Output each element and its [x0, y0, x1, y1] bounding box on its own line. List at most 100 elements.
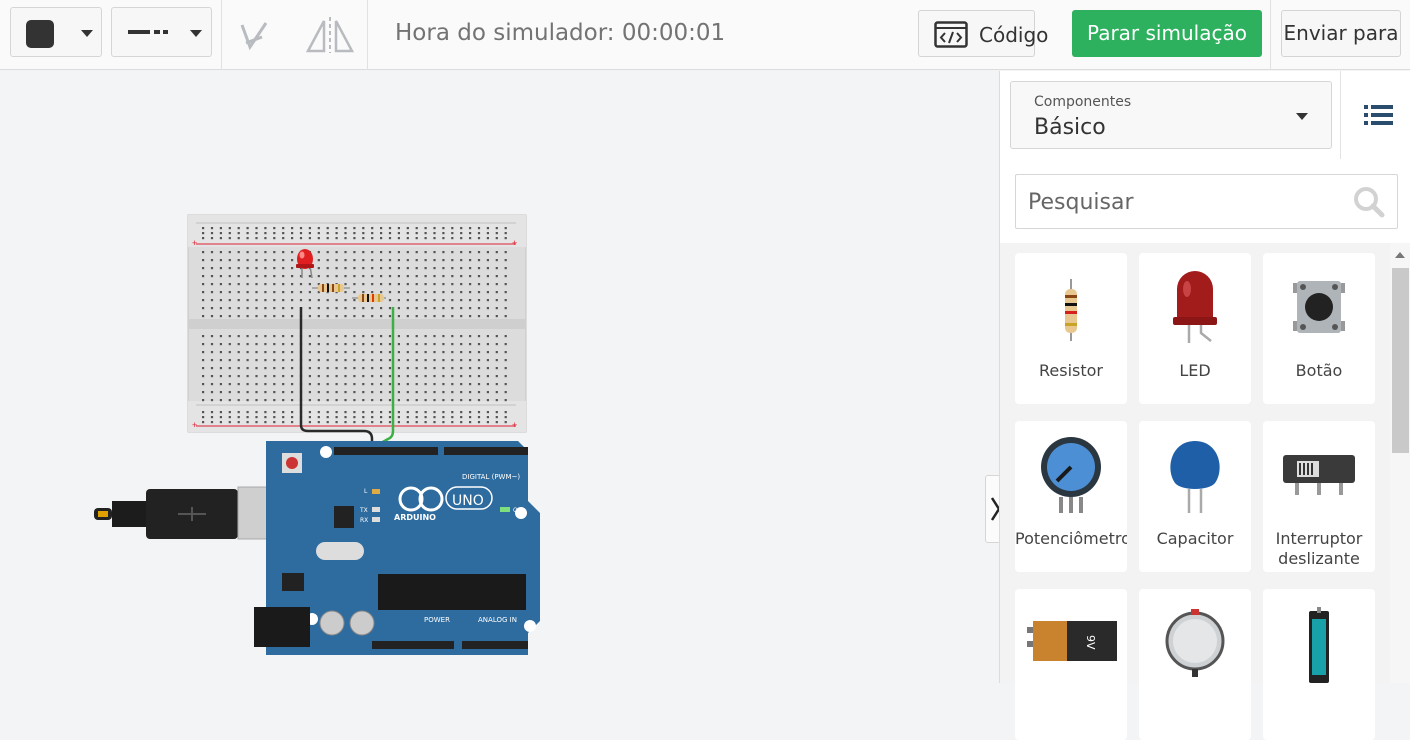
breadboard-hole — [424, 251, 427, 254]
breadboard-hole — [246, 283, 249, 286]
breadboard-hole — [486, 351, 489, 354]
breadboard-hole — [397, 307, 400, 310]
breadboard-hole — [371, 367, 374, 370]
fill-color-picker[interactable] — [10, 7, 102, 57]
breadboard-hole — [380, 237, 383, 240]
breadboard-hole — [291, 315, 294, 318]
breadboard-hole — [335, 315, 338, 318]
component-card-battery-9v[interactable]: 9V — [1015, 589, 1127, 740]
breadboard-hole — [433, 375, 436, 378]
breadboard-hole — [308, 237, 311, 240]
breadboard-hole — [264, 383, 267, 386]
breadboard-hole — [291, 307, 294, 310]
scrollbar-thumb[interactable] — [1392, 268, 1409, 453]
code-editor-icon — [934, 21, 968, 48]
breadboard-hole — [424, 299, 427, 302]
breadboard-hole — [371, 375, 374, 378]
breadboard-hole — [362, 399, 365, 402]
breadboard-hole — [477, 375, 481, 378]
breadboard-hole — [317, 375, 320, 378]
component-card-resistor[interactable]: Resistor — [1015, 253, 1127, 404]
breadboard-hole — [228, 335, 231, 338]
flip-icon[interactable] — [304, 15, 356, 55]
arduino-uno-board[interactable]: DIGITAL (PWM~) ARDUINO UNO POWER ANALOG … — [254, 441, 540, 655]
breadboard-hole — [202, 391, 205, 394]
breadboard-hole — [273, 399, 276, 402]
search-icon[interactable] — [1353, 186, 1385, 218]
breadboard-hole — [237, 411, 240, 414]
components-dropdown[interactable]: Componentes Básico — [1010, 81, 1332, 149]
breadboard-hole — [228, 351, 231, 354]
breadboard-hole — [504, 391, 507, 394]
breadboard-hole — [237, 251, 240, 254]
breadboard-hole — [291, 359, 294, 362]
breadboard-hole — [273, 267, 276, 270]
line-style-picker[interactable] — [111, 7, 212, 57]
breadboard-hole — [237, 232, 240, 235]
breadboard-hole — [273, 259, 276, 262]
breadboard-hole — [406, 227, 409, 230]
breadboard-hole — [433, 291, 436, 294]
breadboard-hole — [362, 251, 365, 254]
list-view-toggle[interactable] — [1340, 71, 1410, 159]
breadboard-hole — [308, 383, 311, 386]
code-button[interactable]: Código — [918, 10, 1048, 57]
breadboard-hole — [415, 335, 418, 338]
component-card-capacitor[interactable]: Capacitor — [1139, 421, 1251, 572]
breadboard-hole — [317, 275, 320, 278]
breadboard-hole — [397, 283, 400, 286]
search-input[interactable] — [1028, 187, 1348, 217]
scroll-up-icon[interactable] — [1394, 251, 1406, 259]
breadboard-hole — [255, 251, 258, 254]
breadboard-hole — [291, 259, 294, 262]
breadboard-hole — [469, 299, 472, 302]
breadboard-hole — [371, 251, 374, 254]
breadboard-hole — [486, 315, 489, 318]
breadboard-hole — [246, 232, 249, 235]
breadboard-hole — [202, 283, 205, 286]
breadboard[interactable]: + + + + — [187, 214, 527, 433]
stop-simulation-button[interactable]: Parar simulação — [1072, 10, 1262, 57]
breadboard-hole — [219, 343, 222, 346]
breadboard-hole — [282, 421, 285, 424]
send-to-button[interactable]: Enviar para — [1281, 10, 1401, 57]
breadboard-hole — [406, 275, 409, 278]
breadboard-hole — [380, 399, 383, 402]
rotate-icon[interactable] — [236, 17, 272, 53]
components-scrollbar[interactable] — [1390, 243, 1410, 683]
component-card-led[interactable]: LED — [1139, 253, 1251, 404]
breadboard-hole — [486, 227, 489, 230]
breadboard-hole — [282, 375, 285, 378]
component-card-potentiometer[interactable]: Potenciômetro — [1015, 421, 1127, 572]
breadboard-hole — [433, 399, 436, 402]
breadboard-hole — [415, 299, 418, 302]
breadboard-hole — [353, 251, 356, 254]
component-card-aa-battery[interactable] — [1263, 589, 1375, 740]
breadboard-hole — [326, 307, 329, 310]
breadboard-hole — [326, 299, 329, 302]
breadboard-hole — [210, 351, 214, 354]
breadboard-hole — [210, 411, 214, 414]
breadboard-hole — [451, 335, 454, 338]
breadboard-hole — [388, 291, 392, 294]
breadboard-hole — [424, 367, 427, 370]
breadboard-hole — [460, 391, 463, 394]
breadboard-hole — [326, 359, 329, 362]
breadboard-hole — [326, 375, 329, 378]
breadboard-hole — [202, 307, 205, 310]
component-card-pushbutton[interactable]: Botão — [1263, 253, 1375, 404]
breadboard-hole — [469, 307, 472, 310]
circuit-canvas[interactable]: + + + + DIGITAL (PWM~) ARDUINO UNO POWER… — [0, 71, 1004, 683]
breadboard-hole — [380, 383, 383, 386]
breadboard-hole — [202, 259, 205, 262]
breadboard-hole — [353, 351, 356, 354]
on-label: ON — [513, 507, 522, 514]
breadboard-hole — [460, 299, 463, 302]
breadboard-hole — [424, 307, 427, 310]
component-card-coin-battery[interactable] — [1139, 589, 1251, 740]
breadboard-hole — [326, 275, 329, 278]
breadboard-hole — [415, 359, 418, 362]
breadboard-hole — [264, 227, 267, 230]
breadboard-hole — [308, 421, 311, 424]
component-card-slide-switch[interactable]: Interruptor deslizante — [1263, 421, 1375, 572]
